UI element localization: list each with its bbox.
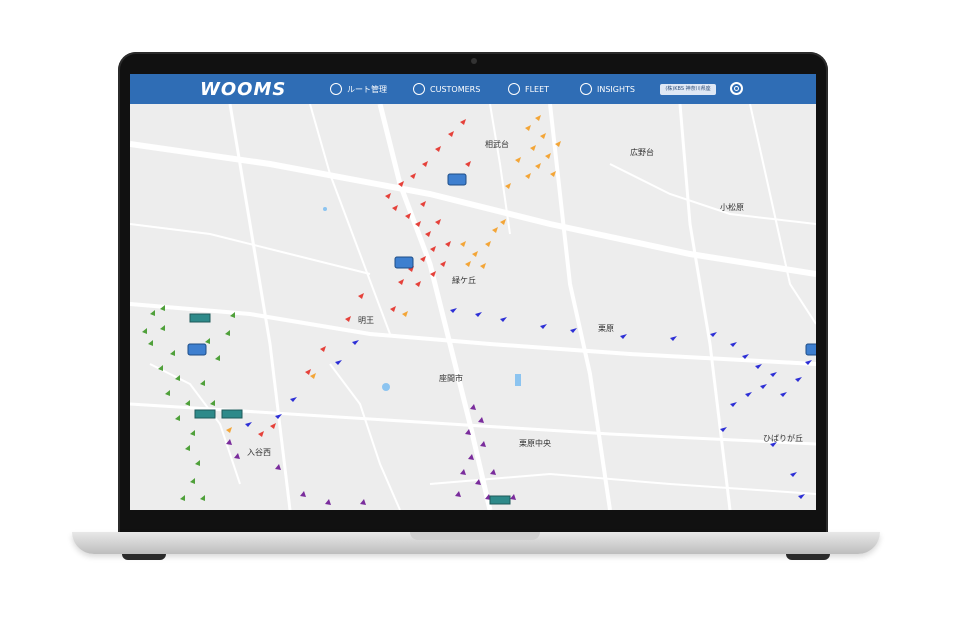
nav-fleet[interactable]: FLEET bbox=[508, 81, 549, 97]
map-label-zamashi: 座間市 bbox=[439, 374, 463, 383]
nav-insights-label: INSIGHTS bbox=[597, 84, 635, 94]
map-label-soubudai: 相武台 bbox=[485, 140, 509, 149]
chart-icon bbox=[580, 83, 592, 95]
nav-customers-label: CUSTOMERS bbox=[430, 84, 481, 94]
map-icon bbox=[330, 83, 342, 95]
map-label-kurihara: 栗原 bbox=[598, 324, 614, 333]
map-label-midorigaoka: 緑ケ丘 bbox=[452, 276, 476, 285]
route-blue bbox=[245, 308, 812, 499]
map-label-hironodai: 広野台 bbox=[630, 148, 654, 157]
gear-icon[interactable] bbox=[730, 82, 743, 95]
map-label-komatsubara: 小松原 bbox=[720, 203, 744, 212]
map-canvas bbox=[130, 103, 816, 510]
nav-fleet-label: FLEET bbox=[525, 84, 550, 94]
laptop-frame: WOOMS ルート管理 CUSTOMERS FLEET INSIGHTS (株)… bbox=[0, 0, 953, 627]
nav-route-management-label: ルート管理 bbox=[347, 84, 387, 94]
route-green bbox=[142, 305, 235, 501]
route-map[interactable]: 相武台 広野台 小松原 緑ケ丘 明王 栗原 座間市 入谷西 栗原中央 ひばりが丘 bbox=[130, 103, 816, 510]
company-badge[interactable]: (株)KBS 神奈川県座 bbox=[660, 84, 716, 95]
wooms-logo[interactable]: WOOMS bbox=[200, 79, 286, 100]
road-network bbox=[130, 103, 816, 510]
nav-route-management[interactable]: ルート管理 bbox=[330, 81, 387, 97]
nav-customers[interactable]: CUSTOMERS bbox=[413, 81, 480, 97]
map-label-myoou: 明王 bbox=[358, 316, 374, 325]
laptop-notch bbox=[410, 532, 540, 540]
laptop-foot-left bbox=[122, 554, 166, 560]
camera-dot bbox=[471, 58, 477, 64]
top-navigation-bar: WOOMS ルート管理 CUSTOMERS FLEET INSIGHTS (株)… bbox=[130, 74, 816, 104]
map-label-irinishi: 入谷西 bbox=[247, 448, 271, 457]
nav-insights[interactable]: INSIGHTS bbox=[580, 81, 635, 97]
app-screen: WOOMS ルート管理 CUSTOMERS FLEET INSIGHTS (株)… bbox=[130, 74, 816, 510]
laptop-foot-right bbox=[786, 554, 830, 560]
person-icon bbox=[413, 83, 425, 95]
truck-icon bbox=[508, 83, 520, 95]
map-label-kuriharachuo: 栗原中央 bbox=[519, 439, 551, 448]
map-label-hibarigaoka: ひばりが丘 bbox=[763, 434, 803, 443]
